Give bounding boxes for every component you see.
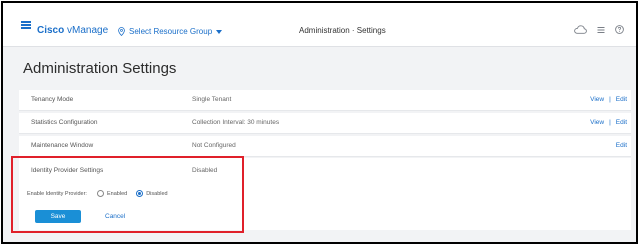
list-icon[interactable] xyxy=(597,26,605,34)
caret-down-icon xyxy=(216,29,223,34)
settings-row-maintenance-window: Maintenance Window Not Configured Edit xyxy=(19,136,631,157)
view-link[interactable]: View xyxy=(590,96,604,104)
top-icons xyxy=(574,25,624,34)
row-label: Statistics Configuration xyxy=(31,119,98,126)
row-value: Single Tenant xyxy=(192,96,232,103)
brand-light: vManage xyxy=(67,25,109,36)
edit-link[interactable]: Edit xyxy=(616,96,627,104)
resource-group-label: Select Resource Group xyxy=(129,26,213,36)
row-label: Maintenance Window xyxy=(31,142,94,149)
page-title: Administration Settings xyxy=(23,60,177,77)
help-icon[interactable] xyxy=(615,25,624,34)
highlight-box xyxy=(11,156,244,233)
row-actions: View | Edit xyxy=(590,119,627,127)
view-link[interactable]: View xyxy=(590,119,604,127)
row-actions: Edit xyxy=(616,142,627,150)
row-label: Tenancy Mode xyxy=(31,96,74,103)
separator: | xyxy=(609,119,611,126)
app-window: Cisco vManage Select Resource Group Admi… xyxy=(1,1,638,244)
page-breadcrumb: Administration · Settings xyxy=(299,26,386,35)
resource-group-select[interactable]: Select Resource Group xyxy=(118,26,223,36)
brand-logo[interactable]: Cisco vManage xyxy=(37,26,108,36)
top-bar: Cisco vManage Select Resource Group Admi… xyxy=(3,3,636,47)
settings-row-statistics-configuration: Statistics Configuration Collection Inte… xyxy=(19,113,631,134)
settings-row-tenancy-mode: Tenancy Mode Single Tenant View | Edit xyxy=(19,90,631,111)
location-icon xyxy=(118,27,125,36)
menu-icon[interactable] xyxy=(21,21,31,29)
cloud-icon[interactable] xyxy=(574,25,587,34)
brand-bold: Cisco xyxy=(37,25,65,36)
row-value: Collection Interval: 30 minutes xyxy=(192,119,280,126)
row-value: Not Configured xyxy=(192,142,236,149)
separator: | xyxy=(609,96,611,103)
row-actions: View | Edit xyxy=(590,96,627,104)
edit-link[interactable]: Edit xyxy=(616,119,627,127)
edit-link[interactable]: Edit xyxy=(616,142,627,150)
